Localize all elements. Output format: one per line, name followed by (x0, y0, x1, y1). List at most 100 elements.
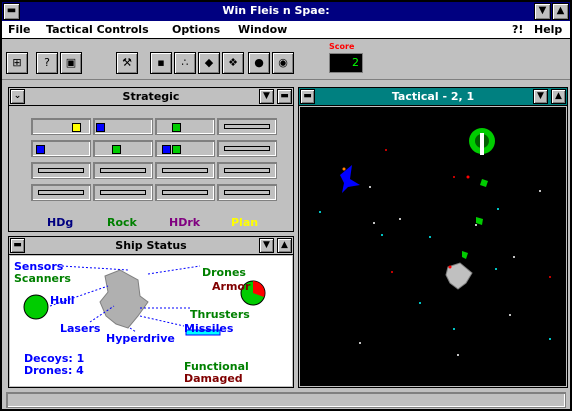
menu-window[interactable]: Window (238, 23, 287, 36)
missiles-label: Missiles (184, 322, 234, 335)
grid-cell[interactable] (31, 118, 91, 135)
tactical-panel: ▬ Tactical - 2, 1 ▼ ▲ (298, 87, 568, 388)
tactical-view[interactable] (300, 107, 566, 386)
ship-silhouette (99, 269, 149, 329)
grid-cell[interactable] (155, 140, 215, 157)
system-menu-button[interactable]: ▬ (3, 3, 20, 20)
maximize-button[interactable]: ▲ (552, 3, 569, 20)
empty-sector (100, 190, 146, 195)
main-window: ▬ Win Fleis n Spae: ▼ ▲ File Tactical Co… (0, 0, 572, 411)
status-bar (6, 392, 566, 408)
grid-cell[interactable] (93, 162, 153, 179)
tactical-menu-button[interactable]: ▬ (300, 89, 315, 104)
menu-bar: File Tactical Controls Options Window ?!… (2, 21, 570, 39)
grid-cell[interactable] (31, 140, 91, 157)
empty-sector (224, 168, 270, 173)
empty-sector (224, 146, 270, 151)
minimize-button[interactable]: ▼ (534, 3, 551, 20)
grid-cell[interactable] (93, 140, 153, 157)
empty-sector (100, 168, 146, 173)
legend-rock: Rock (107, 216, 137, 229)
menu-help-q[interactable]: ?! (512, 23, 523, 36)
book-icon[interactable]: ▣ (60, 52, 82, 74)
empty-sector (162, 168, 208, 173)
grid-icon[interactable]: ⊞ (6, 52, 28, 74)
fleet-marker (96, 123, 105, 132)
tactical-title-bar: ▬ Tactical - 2, 1 ▼ ▲ (299, 88, 567, 106)
rock-marker (172, 123, 181, 132)
title-bar: ▬ Win Fleis n Spae: ▼ ▲ (2, 2, 570, 21)
planet-icon[interactable]: ● (248, 52, 270, 74)
thrusters-label: Thrusters (190, 308, 250, 321)
grid-cell[interactable] (93, 184, 153, 201)
strategic-maximize-button[interactable]: ▬ (277, 89, 292, 104)
grid-cell[interactable] (31, 184, 91, 201)
hyperdrive-label: Hyperdrive (106, 332, 175, 345)
scan-icon[interactable]: ▪ (150, 52, 172, 74)
green-rock-icon[interactable] (476, 217, 483, 225)
target-icon[interactable]: ◉ (272, 52, 294, 74)
strategic-minimize-button[interactable]: ▼ (259, 89, 274, 104)
ship-status-title-bar: ▬ Ship Status ▼ ▲ (9, 237, 293, 255)
green-rock-icon[interactable] (462, 251, 468, 259)
wrench-icon[interactable]: ⚒ (116, 52, 138, 74)
ship-status-panel: ▬ Ship Status ▼ ▲ Sensors Scanners Hull … (8, 236, 294, 388)
damaged-legend: Damaged (184, 372, 243, 385)
menu-options[interactable]: Options (172, 23, 220, 36)
grid-cell[interactable] (217, 140, 277, 157)
drones-count: Drones: 4 (24, 364, 84, 377)
tactical-maximize-button[interactable]: ▲ (551, 89, 566, 104)
ship-status-maximize-button[interactable]: ▲ (277, 238, 292, 253)
fleet-marker (36, 145, 45, 154)
ship-icon[interactable]: ◆ (198, 52, 220, 74)
grid-cell[interactable] (217, 162, 277, 179)
map-icon[interactable]: ❖ (222, 52, 244, 74)
empty-sector (38, 168, 84, 173)
strategic-title-bar: ⌄ Strategic ▼ ▬ (9, 88, 293, 106)
tactical-minimize-button[interactable]: ▼ (533, 89, 548, 104)
grid-cell[interactable] (31, 162, 91, 179)
green-rock-icon[interactable] (480, 179, 488, 187)
grid-cell[interactable] (93, 118, 153, 135)
tactical-title: Tactical - 2, 1 (391, 90, 475, 103)
fleet-icon[interactable]: ∴ (174, 52, 196, 74)
grid-cell[interactable] (155, 118, 215, 135)
scanners-label: Scanners (14, 272, 71, 285)
empty-sector (38, 190, 84, 195)
menu-help[interactable]: Help (534, 23, 562, 36)
space-field (319, 128, 551, 356)
empty-sector (162, 190, 208, 195)
menu-tactical-controls[interactable]: Tactical Controls (46, 23, 149, 36)
hull-indicator (23, 294, 49, 320)
strategic-panel: ⌄ Strategic ▼ ▬ HDg Rock HDrk Plan (8, 87, 294, 232)
ship-status-minimize-button[interactable]: ▼ (259, 238, 274, 253)
grid-cell[interactable] (217, 118, 277, 135)
empty-sector (224, 190, 270, 195)
armor-label: Armor (212, 280, 251, 293)
score-display: 2 (329, 53, 363, 73)
grid-cell[interactable] (217, 184, 277, 201)
stars (319, 149, 551, 356)
lasers-label: Lasers (60, 322, 101, 335)
help-icon[interactable]: ? (36, 52, 58, 74)
grid-cell[interactable] (155, 162, 215, 179)
fleet-marker (162, 145, 171, 154)
drones-label: Drones (202, 266, 246, 279)
hull-label: Hull (50, 294, 75, 307)
rock-marker (112, 145, 121, 154)
legend-plan: Plan (231, 216, 259, 229)
rock-marker (172, 145, 181, 154)
grid-cell[interactable] (155, 184, 215, 201)
legend-hdg: HDg (47, 216, 74, 229)
strategic-menu-button[interactable]: ⌄ (10, 89, 25, 104)
legend-hdrk: HDrk (169, 216, 201, 229)
empty-sector (224, 124, 270, 129)
toolbar: ⊞ ? ▣ ⚒ ▪ ∴ ◆ ❖ ● ◉ Score 2 (2, 40, 570, 80)
score-label: Score (329, 42, 355, 51)
planet-marker (72, 123, 81, 132)
ship-status-display: Sensors Scanners Hull Lasers Hyperdrive … (10, 256, 292, 386)
window-title: Win Fleis n Spae: (222, 4, 330, 17)
menu-file[interactable]: File (8, 23, 31, 36)
strategic-title: Strategic (122, 90, 180, 103)
ship-status-menu-button[interactable]: ▬ (10, 238, 25, 253)
